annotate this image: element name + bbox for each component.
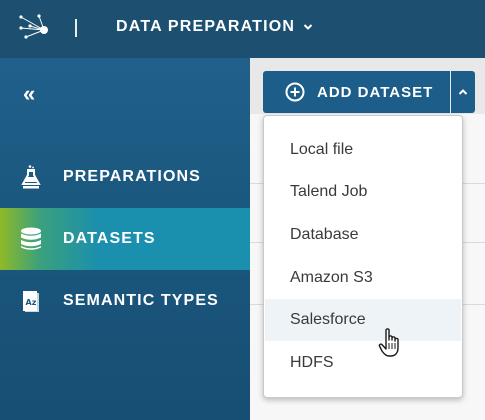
sidebar-item-preparations[interactable]: PREPARATIONS [0,146,250,208]
sidebar-item-datasets[interactable]: DATASETS [0,208,250,270]
plus-circle-icon [285,82,305,102]
add-dataset-label: ADD DATASET [317,84,434,101]
top-bar: DATA PREPARATION [0,0,485,58]
svg-text:Az: Az [26,298,37,307]
chevron-down-icon [303,24,313,30]
menu-item-database[interactable]: Database [265,214,461,256]
add-dataset-menu: Local file Talend Job Database Amazon S3… [263,115,463,398]
menu-item-talend-job[interactable]: Talend Job [265,171,461,213]
database-icon [19,227,43,251]
add-dataset-dropdown-toggle[interactable] [451,71,475,113]
chevron-up-icon [458,89,468,95]
sidebar-item-label: SEMANTIC TYPES [63,292,219,309]
menu-item-hdfs[interactable]: HDFS [265,342,461,384]
sidebar-item-semantic-types[interactable]: Az SEMANTIC TYPES [0,270,250,332]
collapse-sidebar-button[interactable]: « [23,83,35,105]
menu-item-salesforce[interactable]: Salesforce [265,299,461,341]
hand-pointer-cursor-icon [378,328,399,357]
menu-item-local-file[interactable]: Local file [265,129,461,171]
add-dataset-button[interactable]: ADD DATASET [263,71,450,113]
flask-icon [19,165,43,189]
menu-item-amazon-s3[interactable]: Amazon S3 [265,257,461,299]
sidebar-item-label: DATASETS [63,230,156,247]
sidebar: « PREPARATIONS DATASETS Az SEMANTIC TYPE… [0,58,250,420]
header-divider [75,19,77,37]
talend-network-logo[interactable] [18,13,54,43]
app-title: DATA PREPARATION [116,18,296,35]
semantic-book-icon: Az [19,289,43,313]
sidebar-item-label: PREPARATIONS [63,168,201,185]
app-title-menu[interactable]: DATA PREPARATION [116,18,313,36]
